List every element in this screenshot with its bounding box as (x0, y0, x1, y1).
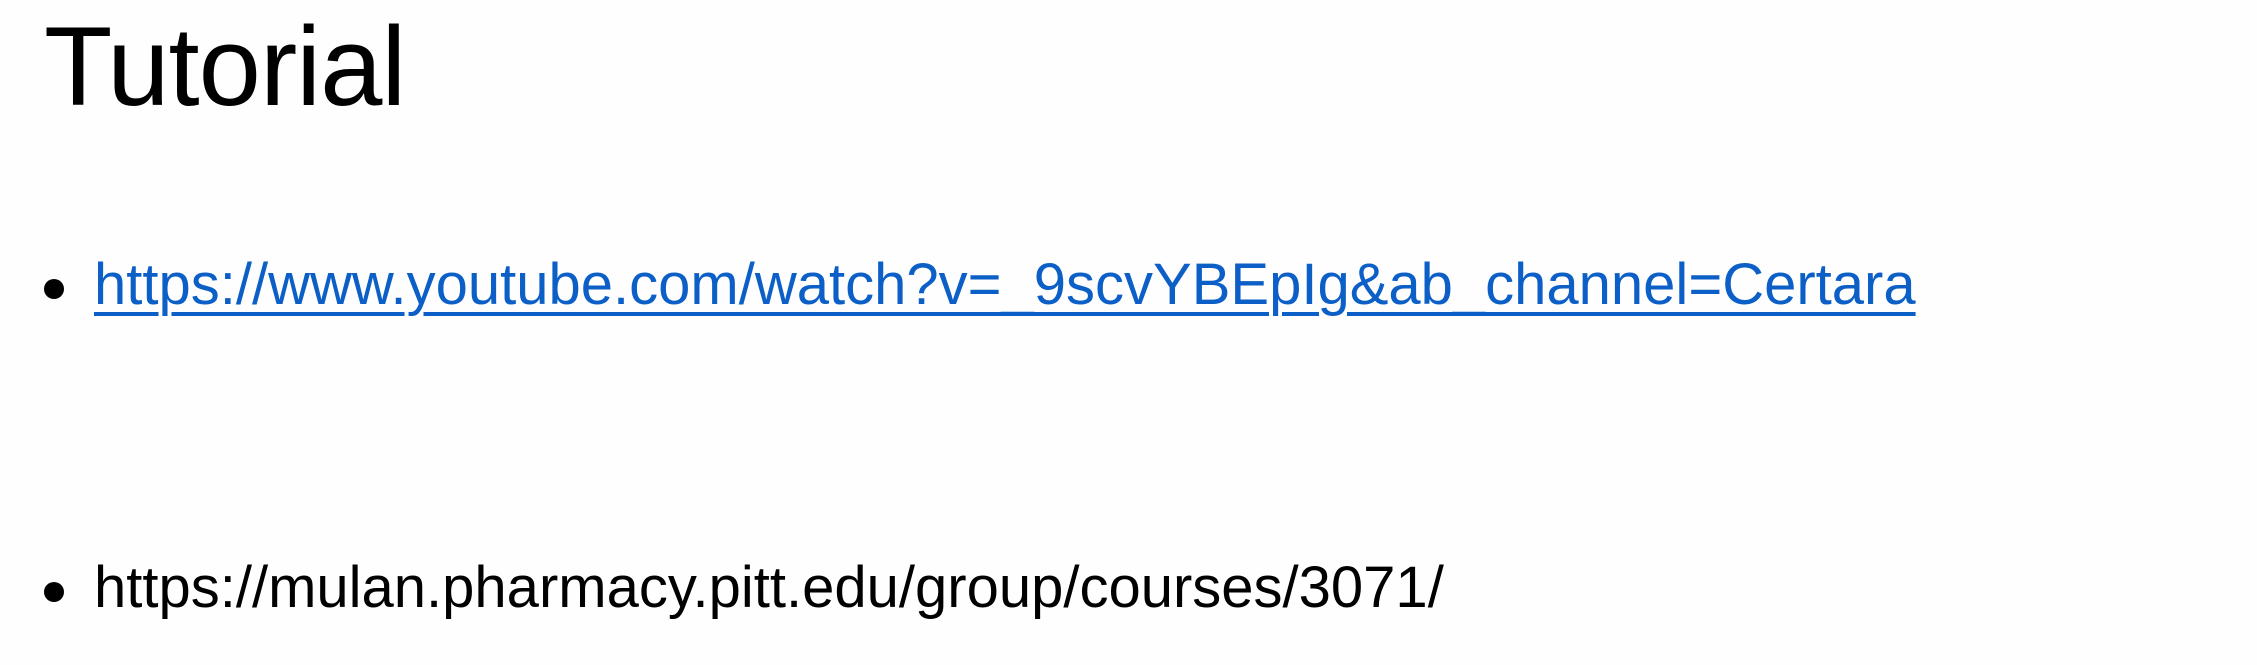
youtube-tutorial-link[interactable]: https://www.youtube.com/watch?v=_9scvYBE… (94, 245, 2204, 325)
bullet-icon (44, 582, 64, 602)
bullet-item-course: https://mulan.pharmacy.pitt.edu/group/co… (44, 548, 1444, 628)
slide-title: Tutorial (44, 4, 406, 129)
bullet-icon (44, 279, 64, 299)
bullet-item-youtube: https://www.youtube.com/watch?v=_9scvYBE… (44, 245, 2204, 325)
course-url-text: https://mulan.pharmacy.pitt.edu/group/co… (94, 555, 1444, 620)
